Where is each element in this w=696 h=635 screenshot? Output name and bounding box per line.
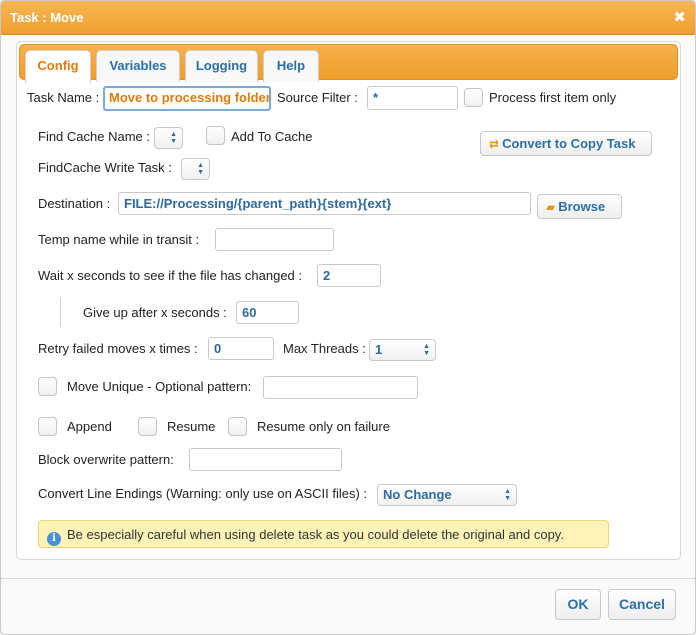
block-overwrite-input[interactable] [189,448,342,471]
task-name-input[interactable]: Move to processing folder [103,86,271,111]
tab-help[interactable]: Help [263,50,319,82]
wait-seconds-input[interactable]: 2 [317,264,381,287]
select-arrows-icon: ▲ ▼ [197,162,204,176]
retry-input[interactable]: 0 [208,337,274,360]
line-endings-label: Convert Line Endings (Warning: only use … [38,486,368,501]
footer-divider [1,578,695,579]
give-up-label: Give up after x seconds : [83,305,227,320]
source-filter-input[interactable]: * [367,86,458,110]
close-icon[interactable]: ✖ [673,8,686,26]
destination-label: Destination : [38,196,111,211]
move-unique-pattern-input[interactable] [263,376,418,399]
line-endings-value: No Change [383,487,452,502]
convert-to-copy-label: Convert to Copy Task [502,136,636,151]
process-first-label: Process first item only [489,90,617,105]
select-arrows-icon: ▲ ▼ [423,343,430,357]
browse-label: Browse [558,199,606,214]
tab-logging[interactable]: Logging [185,50,258,82]
info-icon: i [47,532,61,546]
line-endings-select[interactable]: No Change ▲ ▼ [377,484,517,506]
add-to-cache-label: Add To Cache [231,129,313,144]
select-arrows-icon: ▲ ▼ [170,131,177,145]
swap-arrows-icon: ⇄ [489,137,500,151]
append-checkbox[interactable] [38,417,57,436]
temp-name-label: Temp name while in transit : [38,232,200,247]
wait-seconds-label: Wait x seconds to see if the file has ch… [38,268,302,283]
tab-config[interactable]: Config [25,50,91,83]
resume-failure-label: Resume only on failure [257,419,390,434]
title-bar[interactable]: Task : Move ✖ [1,1,695,35]
append-label: Append [67,419,112,434]
find-cache-select[interactable]: ▲ ▼ [154,127,183,149]
resume-checkbox[interactable] [138,417,157,436]
cancel-button[interactable]: Cancel [608,589,676,620]
browse-button[interactable]: ▰ Browse [537,194,622,219]
notice-text: Be especially careful when using delete … [67,527,564,542]
retry-label: Retry failed moves x times : [38,341,198,356]
warning-notice: i Be especially careful when using delete… [38,520,609,548]
ok-button[interactable]: OK [555,589,601,620]
temp-name-input[interactable] [215,228,334,251]
max-threads-label: Max Threads : [283,341,366,356]
task-move-dialog: Task : Move ✖ Config Variables Logging H… [0,0,696,635]
add-to-cache-checkbox[interactable] [206,126,225,145]
indent-divider [60,298,61,327]
tab-bar: Config Variables Logging Help [19,44,678,83]
max-threads-value: 1 [375,342,383,357]
process-first-checkbox[interactable] [464,88,483,107]
config-panel: Config Variables Logging Help [16,41,681,560]
destination-input[interactable]: FILE://Processing/{parent_path}{stem}{ex… [118,192,531,215]
max-threads-select[interactable]: 1 ▲ ▼ [369,339,436,361]
dialog-title: Task : Move [10,10,84,25]
task-name-label: Task Name : [27,90,100,105]
resume-failure-checkbox[interactable] [228,417,247,436]
find-cache-label: Find Cache Name : [38,129,150,144]
findcache-write-label: FindCache Write Task : [38,160,172,175]
source-filter-label: Source Filter : [277,90,358,105]
resume-label: Resume [167,419,216,434]
block-overwrite-label: Block overwrite pattern: [38,452,174,467]
convert-to-copy-button[interactable]: ⇄ Convert to Copy Task [480,131,652,156]
select-arrows-icon: ▲ ▼ [504,488,511,502]
tab-variables[interactable]: Variables [96,50,180,82]
give-up-input[interactable]: 60 [236,301,299,324]
move-unique-checkbox[interactable] [38,377,57,396]
findcache-write-select[interactable]: ▲ ▼ [181,158,210,180]
folder-open-icon: ▰ [546,200,556,214]
move-unique-label: Move Unique - Optional pattern: [67,379,252,394]
